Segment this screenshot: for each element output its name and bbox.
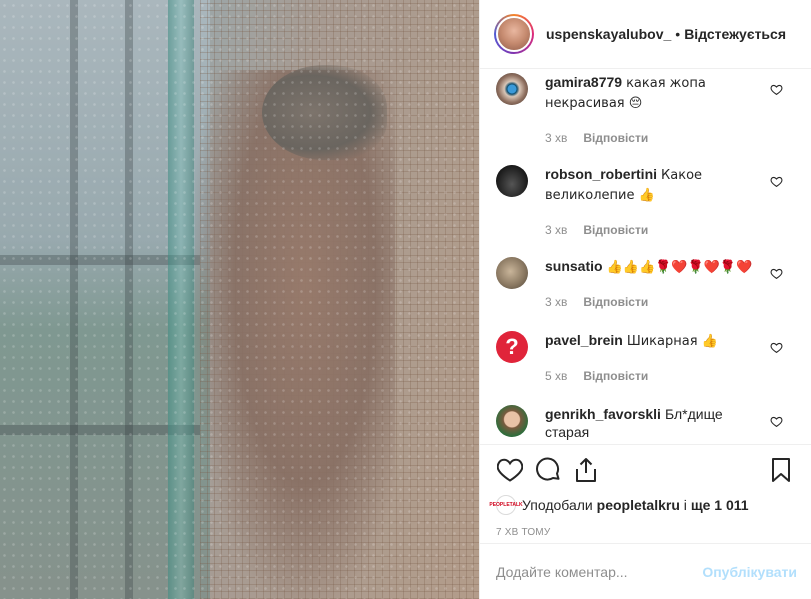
- post-header: uspenskayalubov_ • Відстежується: [480, 0, 811, 69]
- comment-item: robson_robertini Какое великолепие 👍 3 хв…: [496, 165, 795, 237]
- comments-list[interactable]: gamira8779 какая жопа некрасивая 😔 3 хв Ві…: [480, 69, 811, 444]
- post-time[interactable]: 7 хв тому: [496, 527, 795, 538]
- comment-text: 👍👍👍🌹❤️🌹❤️🌹❤️: [606, 260, 753, 275]
- reply-button[interactable]: Відповісти: [583, 131, 648, 145]
- comment-item: ? pavel_brein Шикарная 👍 5 хв Відповісти: [496, 331, 795, 383]
- reply-button[interactable]: Відповісти: [583, 223, 648, 237]
- comment-username[interactable]: gamira8779: [545, 74, 622, 90]
- commenter-avatar[interactable]: [496, 165, 528, 197]
- following-button[interactable]: Відстежується: [684, 26, 786, 42]
- commenter-avatar[interactable]: [496, 405, 528, 437]
- comment-time[interactable]: 3 хв: [545, 131, 567, 145]
- author-username[interactable]: uspenskayalubov_: [546, 26, 671, 42]
- comment-time[interactable]: 3 хв: [545, 295, 567, 309]
- comment-username[interactable]: robson_robertini: [545, 166, 657, 182]
- comment-time[interactable]: 3 хв: [545, 223, 567, 237]
- reply-button[interactable]: Відповісти: [583, 369, 648, 383]
- publish-button[interactable]: Опублікувати: [702, 564, 797, 580]
- reply-button[interactable]: Відповісти: [583, 295, 648, 309]
- comment-item: genrikh_favorskli Бл*дище старая: [496, 405, 795, 441]
- comment-text: Шикарная 👍: [626, 334, 718, 349]
- comment-username[interactable]: pavel_brein: [545, 332, 623, 348]
- add-comment-bar: Додайте коментар... Опублікувати: [480, 543, 811, 599]
- comment-item: sunsatio 👍👍👍🌹❤️🌹❤️🌹❤️ 3 хв Відповісти: [496, 257, 795, 309]
- author-avatar[interactable]: [494, 14, 534, 54]
- question-avatar-icon[interactable]: ?: [496, 331, 528, 363]
- liker-avatar[interactable]: PEOPLETALK: [489, 495, 523, 515]
- commenter-avatar[interactable]: [496, 73, 528, 105]
- liker-username[interactable]: peopletalkru: [597, 497, 680, 513]
- header-separator: •: [675, 26, 681, 42]
- post: uspenskayalubov_ • Відстежується gamira8…: [0, 0, 811, 599]
- commenter-avatar[interactable]: [496, 257, 528, 289]
- side-panel: uspenskayalubov_ • Відстежується gamira8…: [479, 0, 811, 599]
- likes-summary: PEOPLETALK Уподобали peopletalkru і ще 1…: [489, 495, 795, 515]
- heart-icon[interactable]: [770, 83, 783, 96]
- post-actions: PEOPLETALK Уподобали peopletalkru і ще 1…: [480, 444, 811, 538]
- photo-water-drops: [0, 0, 479, 599]
- share-icon[interactable]: [572, 456, 600, 484]
- heart-icon[interactable]: [496, 456, 524, 484]
- likes-count[interactable]: ще 1 011: [691, 497, 749, 513]
- likes-prefix: Уподобали: [522, 497, 593, 513]
- action-icons: [496, 455, 795, 485]
- comment-icon[interactable]: [534, 456, 562, 484]
- post-photo[interactable]: [0, 0, 479, 599]
- comment-time[interactable]: 5 хв: [545, 369, 567, 383]
- comment-item: gamira8779 какая жопа некрасивая 😔 3 хв Ві…: [496, 73, 795, 145]
- comment-username[interactable]: genrikh_favorskli: [545, 406, 661, 422]
- comment-input[interactable]: Додайте коментар...: [496, 564, 702, 580]
- bookmark-icon[interactable]: [767, 456, 795, 484]
- heart-icon[interactable]: [770, 415, 783, 428]
- likes-middle: і: [683, 497, 687, 513]
- heart-icon[interactable]: [770, 175, 783, 188]
- comment-username[interactable]: sunsatio: [545, 258, 603, 274]
- heart-icon[interactable]: [770, 267, 783, 280]
- heart-icon[interactable]: [770, 341, 783, 354]
